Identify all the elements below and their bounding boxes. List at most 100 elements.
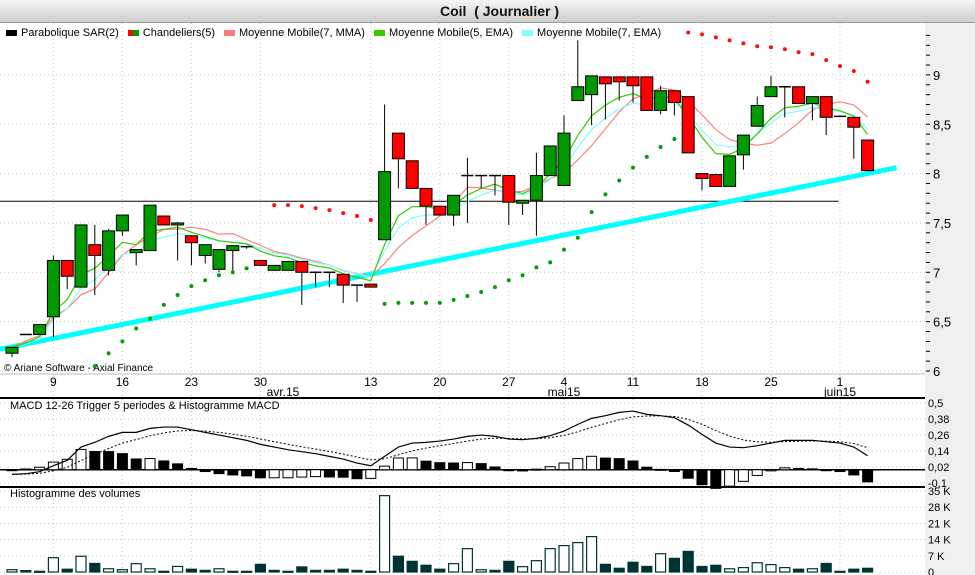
volume-bar — [544, 548, 556, 573]
candle-body — [184, 235, 198, 244]
candle — [212, 249, 226, 273]
macd-histogram-bar — [710, 469, 722, 489]
volume-bar — [489, 569, 501, 573]
date-tick-label: 18 — [695, 375, 709, 389]
macd-histogram-bar — [834, 469, 846, 473]
macd-histogram-bar — [365, 469, 377, 479]
volume-bar — [310, 569, 322, 573]
macd-histogram-bar — [254, 469, 266, 479]
volume-bar — [130, 563, 142, 573]
candle — [253, 259, 267, 266]
macd-histogram-bar — [241, 469, 253, 477]
legend-swatch-icon — [224, 30, 235, 36]
macd-histogram-bar — [116, 453, 128, 471]
candle-body — [405, 160, 419, 189]
candle — [281, 260, 295, 271]
macd-histogram-bar — [89, 451, 101, 471]
legend-swatch-icon — [127, 30, 139, 36]
macd-histogram-bar — [613, 458, 625, 471]
macd-histogram-bar — [448, 462, 460, 471]
volume-bar — [765, 563, 777, 573]
candle-body — [115, 214, 129, 232]
price-axis-label: 7 — [933, 265, 940, 280]
macd-histogram-bar — [489, 466, 501, 471]
macd-histogram-bar — [172, 463, 184, 471]
sar-dot — [575, 235, 580, 240]
candle-body — [709, 174, 723, 187]
volume-axis-label: 35 K — [928, 486, 951, 498]
candle — [792, 86, 806, 105]
sar-dot — [810, 52, 815, 57]
macd-axis-label: 0,38 — [928, 414, 949, 426]
candle — [102, 228, 116, 276]
candle — [378, 104, 392, 241]
candle-body — [74, 224, 88, 288]
candle — [764, 75, 778, 98]
macd-histogram-bar — [282, 469, 294, 479]
volume-bar — [737, 567, 750, 573]
candle-body — [33, 324, 47, 335]
candle — [461, 157, 474, 223]
volume-bar — [379, 495, 391, 573]
candle-body — [516, 199, 530, 204]
chart-window: Coil ( Journalier ) 9 8,5 8 7,5 7 6,5 6 0,5 0,38… — [0, 0, 975, 575]
price-axis-label: 8,5 — [933, 117, 951, 132]
candle-body — [281, 260, 295, 271]
candle — [723, 155, 737, 187]
legend-label: Moyenne Mobile(7, EMA) — [537, 27, 662, 39]
date-tick-label: 9 — [50, 375, 57, 389]
candle-body — [267, 264, 281, 271]
candle — [240, 245, 253, 249]
candle — [516, 199, 530, 216]
macd-histogram-bar — [34, 466, 46, 471]
volume-bar — [102, 568, 115, 573]
candle-body — [295, 260, 309, 273]
macd-histogram-bar — [337, 469, 349, 478]
volume-bar — [20, 570, 32, 573]
macd-axis-label: 0,26 — [928, 430, 949, 442]
sar-dot — [548, 260, 553, 265]
macd-histogram-bar — [558, 462, 570, 471]
volume-bar — [585, 535, 598, 573]
macd-histogram-bar — [199, 469, 211, 473]
volume-bar — [503, 560, 515, 573]
copyright-text: © Ariane Software - Axial Finance — [4, 363, 154, 374]
sar-dot — [769, 45, 773, 50]
sar-dot — [120, 339, 125, 344]
candle — [861, 139, 875, 172]
volume-bar — [365, 570, 377, 573]
macd-histogram-bar — [599, 457, 611, 471]
sar-dot — [534, 265, 539, 270]
legend-label: Parabolique SAR(2) — [21, 27, 119, 39]
sar-dot — [189, 284, 194, 289]
legend-item: Chandeliers(5) — [127, 25, 215, 41]
month-label: juin15 — [823, 385, 856, 399]
volume-bar — [682, 550, 694, 573]
stock-chart[interactable]: 98,587,576,560,50,380,260,140,02-0,135 K… — [0, 0, 975, 575]
candle — [226, 245, 240, 273]
sar-dot — [727, 38, 732, 43]
date-tick-label: 11 — [627, 375, 640, 389]
macd-histogram-bar — [572, 458, 584, 471]
macd-histogram-bar — [586, 455, 598, 471]
volume-axis-label: 0 — [928, 567, 934, 575]
macd-histogram-bar — [213, 469, 225, 475]
volume-bar — [820, 562, 832, 573]
candle-body — [46, 259, 60, 318]
legend-swatch-icon — [522, 30, 534, 36]
candle — [447, 194, 461, 226]
sar-dot — [203, 278, 208, 283]
volume-bar — [392, 555, 404, 573]
candle-body — [391, 132, 405, 160]
volume-panel-title: Histogramme des volumes — [10, 488, 141, 500]
candle — [391, 132, 405, 189]
volume-bar — [751, 562, 763, 573]
macd-histogram-bar — [793, 467, 805, 471]
macd-histogram-bar — [144, 458, 156, 471]
macd-histogram-bar — [6, 469, 18, 472]
candle — [736, 134, 750, 170]
candle-body — [102, 230, 116, 271]
candle-body — [529, 175, 543, 201]
legend-label: Chandeliers(5) — [142, 27, 215, 39]
legend-item: Moyenne Mobile(7, MMA) — [224, 25, 365, 41]
